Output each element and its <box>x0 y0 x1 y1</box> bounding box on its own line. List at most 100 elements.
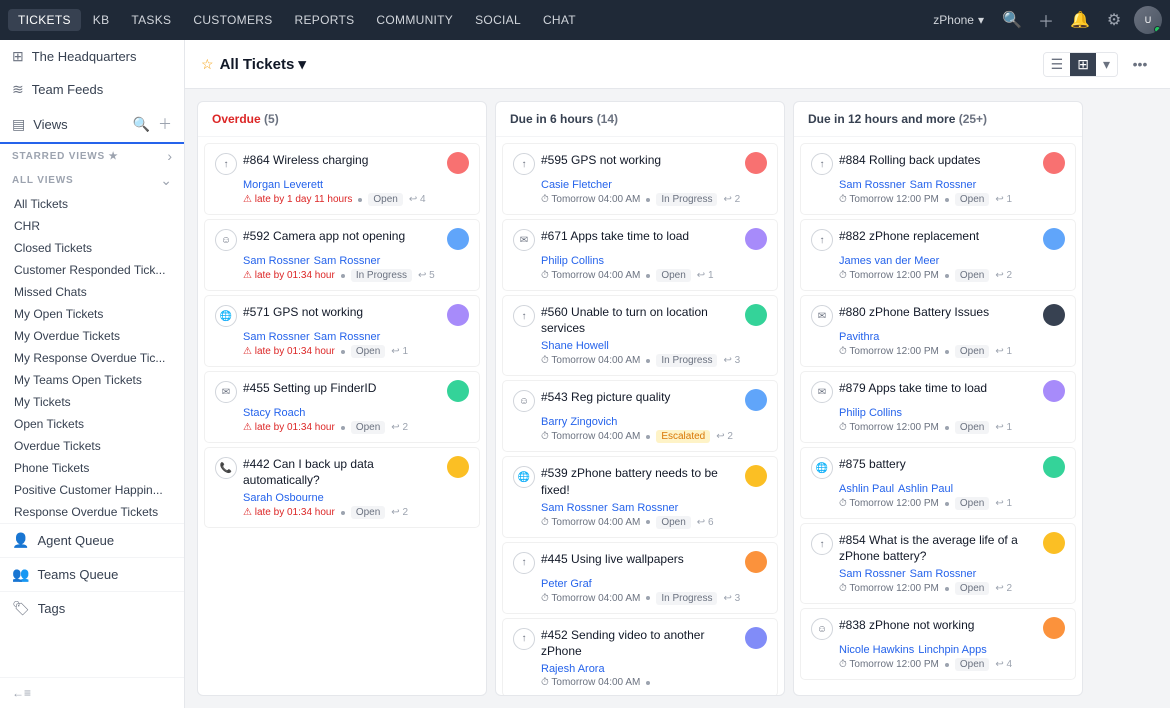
agent-name[interactable]: Nicole Hawkins <box>839 644 914 656</box>
ticket-card[interactable]: 📞 #442 Can I back up data automatically?… <box>204 447 480 528</box>
nav-chat[interactable]: CHAT <box>533 9 586 31</box>
agent-name[interactable]: Ashlin Paul <box>839 483 894 495</box>
agent-name[interactable]: Rajesh Arora <box>541 663 605 675</box>
nav-customers[interactable]: CUSTOMERS <box>183 9 282 31</box>
ticket-card[interactable]: ☺ #592 Camera app not opening Sam Rossne… <box>204 219 480 291</box>
agent-name[interactable]: Peter Graf <box>541 578 592 590</box>
ticket-card[interactable]: ↑ #452 Sending video to another zPhone R… <box>502 618 778 695</box>
sidebar-view-link[interactable]: My Tickets <box>0 391 184 413</box>
view-toggle-chevron[interactable]: ▾ <box>1096 53 1117 76</box>
ticket-card[interactable]: ✉ #879 Apps take time to load Philip Col… <box>800 371 1076 443</box>
kanban-area: Overdue (5) ↑ #864 Wireless charging Mor… <box>185 89 1170 708</box>
agent-name[interactable]: Philip Collins <box>839 407 902 419</box>
ticket-card[interactable]: ☺ #543 Reg picture quality Barry Zingovi… <box>502 380 778 452</box>
agent-name[interactable]: Barry Zingovich <box>541 416 617 428</box>
ticket-card[interactable]: 🌐 #875 battery Ashlin Paul Ashlin Paul ⏱… <box>800 447 1076 519</box>
all-views-toggle[interactable]: ⌄ <box>160 172 172 189</box>
col-header-overdue: Overdue (5) <box>198 102 486 137</box>
kanban-col-due12: Due in 12 hours and more (25+) ↑ #884 Ro… <box>793 101 1083 696</box>
ticket-card[interactable]: ✉ #671 Apps take time to load Philip Col… <box>502 219 778 291</box>
ticket-card[interactable]: ✉ #455 Setting up FinderID Stacy Roach ⚠… <box>204 371 480 443</box>
sidebar-agent-queue[interactable]: 👤 Agent Queue <box>0 523 184 557</box>
ticket-card[interactable]: 🌐 #571 GPS not working Sam Rossner Sam R… <box>204 295 480 367</box>
nav-social[interactable]: SOCIAL <box>465 9 531 31</box>
ticket-status: In Progress <box>656 193 717 206</box>
sidebar-view-link[interactable]: Missed Chats <box>0 281 184 303</box>
agent-name[interactable]: Ashlin Paul <box>898 483 953 495</box>
agent-name[interactable]: Shane Howell <box>541 340 609 352</box>
zphone-selector[interactable]: zPhone ▾ <box>925 11 992 29</box>
sidebar-view-link[interactable]: Customer Responded Tick... <box>0 259 184 281</box>
agent-name[interactable]: Pavithra <box>839 331 879 343</box>
views-add-icon[interactable]: ＋ <box>158 114 172 134</box>
page-title[interactable]: All Tickets ▾ <box>220 55 306 73</box>
ticket-card[interactable]: ↑ #445 Using live wallpapers Peter Graf … <box>502 542 778 614</box>
sidebar-view-link[interactable]: Open Tickets <box>0 413 184 435</box>
agent-name[interactable]: Sam Rossner <box>314 331 381 343</box>
nav-kb[interactable]: KB <box>83 9 120 31</box>
agent-name[interactable]: James van der Meer <box>839 255 939 267</box>
agent-name[interactable]: Sam Rossner <box>314 255 381 267</box>
sidebar-view-link[interactable]: Closed Tickets <box>0 237 184 259</box>
ticket-card[interactable]: 🌐 #539 zPhone battery needs to be fixed!… <box>502 456 778 537</box>
add-icon[interactable]: ＋ <box>1032 6 1060 34</box>
sidebar-view-link[interactable]: My Response Overdue Tic... <box>0 347 184 369</box>
sidebar-view-link[interactable]: My Teams Open Tickets <box>0 369 184 391</box>
sidebar-view-link[interactable]: Overdue Tickets <box>0 435 184 457</box>
sidebar-view-link[interactable]: My Open Tickets <box>0 303 184 325</box>
ticket-card[interactable]: ↑ #595 GPS not working Casie Fletcher ⏱ … <box>502 143 778 215</box>
nav-tickets[interactable]: TICKETS <box>8 9 81 31</box>
ticket-late: ⚠ late by 01:34 hour <box>243 346 335 357</box>
notification-icon[interactable]: 🔔 <box>1066 6 1094 34</box>
agent-name[interactable]: Sam Rossner <box>910 568 977 580</box>
more-options-btn[interactable]: ••• <box>1126 50 1154 78</box>
sidebar-view-link[interactable]: Phone Tickets <box>0 457 184 479</box>
nav-tasks[interactable]: TASKS <box>121 9 181 31</box>
views-label[interactable]: Views <box>33 117 124 132</box>
collapse-button[interactable]: ←≡ <box>0 677 184 708</box>
ticket-card[interactable]: ↑ #560 Unable to turn on location servic… <box>502 295 778 376</box>
ticket-card[interactable]: ☺ #838 zPhone not working Nicole Hawkins… <box>800 608 1076 680</box>
agent-name[interactable]: Sam Rossner <box>243 331 310 343</box>
sidebar-view-link[interactable]: All Tickets <box>0 193 184 215</box>
agent-name[interactable]: Sam Rossner <box>541 502 608 514</box>
ticket-type-icon: ☺ <box>513 390 535 412</box>
favorite-star-icon[interactable]: ☆ <box>201 56 214 73</box>
nav-reports[interactable]: REPORTS <box>285 9 365 31</box>
sidebar-teamfeeds[interactable]: ≋ Team Feeds <box>0 73 184 106</box>
search-icon[interactable]: 🔍 <box>998 6 1026 34</box>
agent-name[interactable]: Philip Collins <box>541 255 604 267</box>
ticket-avatar <box>1043 617 1065 639</box>
kanban-view-btn[interactable]: ⊞ <box>1070 53 1096 76</box>
ticket-avatar <box>1043 380 1065 402</box>
agent-name[interactable]: Sarah Osbourne <box>243 492 324 504</box>
agent-name[interactable]: Sam Rossner <box>612 502 679 514</box>
list-view-btn[interactable]: ☰ <box>1044 53 1071 76</box>
sidebar-view-link[interactable]: My Overdue Tickets <box>0 325 184 347</box>
ticket-card[interactable]: ✉ #880 zPhone Battery Issues Pavithra ⏱ … <box>800 295 1076 367</box>
ticket-card[interactable]: ↑ #884 Rolling back updates Sam Rossner … <box>800 143 1076 215</box>
agent-name[interactable]: Sam Rossner <box>839 179 906 191</box>
sidebar-view-link[interactable]: CHR <box>0 215 184 237</box>
sidebar-view-link[interactable]: Response Overdue Tickets <box>0 501 184 523</box>
settings-icon[interactable]: ⚙ <box>1100 6 1128 34</box>
ticket-card[interactable]: ↑ #854 What is the average life of a zPh… <box>800 523 1076 604</box>
agent-name[interactable]: Morgan Leverett <box>243 179 323 191</box>
sidebar-headquarters[interactable]: ⊞ The Headquarters <box>0 40 184 73</box>
ticket-card[interactable]: ↑ #864 Wireless charging Morgan Leverett… <box>204 143 480 215</box>
agent-name[interactable]: Sam Rossner <box>910 179 977 191</box>
agent-name[interactable]: Sam Rossner <box>243 255 310 267</box>
agent-name[interactable]: Stacy Roach <box>243 407 305 419</box>
user-avatar[interactable]: U <box>1134 6 1162 34</box>
sidebar-view-link[interactable]: Positive Customer Happin... <box>0 479 184 501</box>
views-search-icon[interactable]: 🔍 <box>133 116 150 133</box>
sidebar-teams-queue[interactable]: 👥 Teams Queue <box>0 557 184 591</box>
agent-name[interactable]: Sam Rossner <box>839 568 906 580</box>
ticket-card[interactable]: ↑ #882 zPhone replacement James van der … <box>800 219 1076 291</box>
sidebar-tags[interactable]: 🏷 Tags <box>0 591 184 625</box>
ticket-status: Open <box>955 269 989 282</box>
nav-community[interactable]: COMMUNITY <box>366 9 463 31</box>
agent-name[interactable]: Casie Fletcher <box>541 179 612 191</box>
agent-name[interactable]: Linchpin Apps <box>918 644 987 656</box>
starred-views-chevron[interactable]: › <box>167 148 172 164</box>
